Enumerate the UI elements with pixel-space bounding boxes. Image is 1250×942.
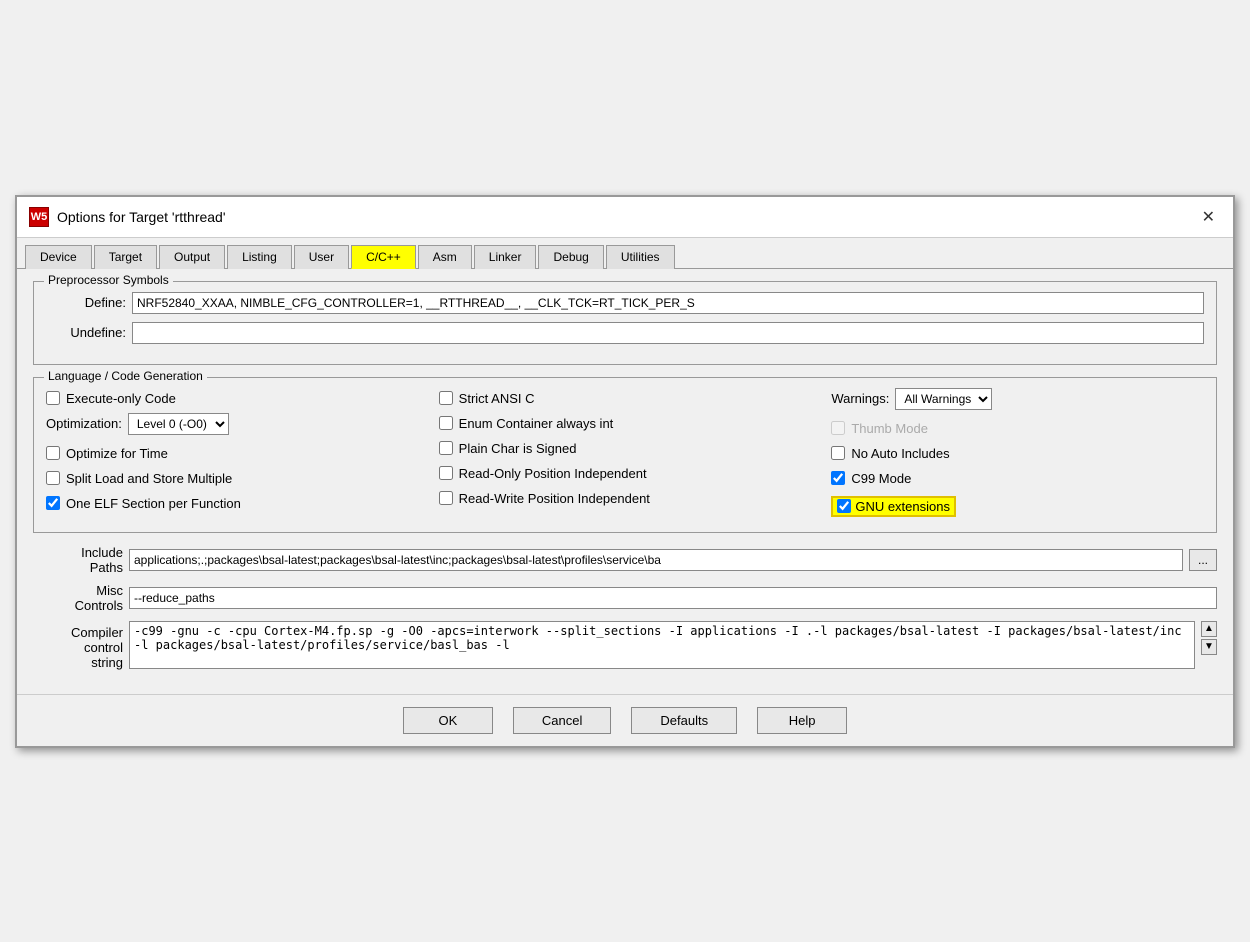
strict-ansi-row: Strict ANSI C	[439, 388, 812, 409]
thumb-mode-checkbox	[831, 421, 845, 435]
misc-controls-label: MiscControls	[33, 583, 123, 613]
gnu-extensions-checkbox[interactable]	[837, 499, 851, 513]
tab-device[interactable]: Device	[25, 245, 92, 269]
no-auto-includes-checkbox[interactable]	[831, 446, 845, 460]
define-row: Define:	[46, 292, 1204, 314]
c99-mode-checkbox[interactable]	[831, 471, 845, 485]
title-bar-left: W5 Options for Target 'rtthread'	[29, 207, 226, 227]
include-paths-label: IncludePaths	[33, 545, 123, 575]
plain-char-label: Plain Char is Signed	[459, 441, 577, 456]
split-load-store-label: Split Load and Store Multiple	[66, 471, 232, 486]
read-only-pos-ind-checkbox[interactable]	[439, 466, 453, 480]
dialog-title: Options for Target 'rtthread'	[57, 209, 226, 225]
tab-output[interactable]: Output	[159, 245, 225, 269]
misc-controls-row: MiscControls	[33, 583, 1217, 613]
include-paths-input[interactable]	[129, 549, 1183, 571]
compiler-control-label: Compilercontrolstring	[33, 621, 123, 670]
include-paths-browse-button[interactable]: ...	[1189, 549, 1217, 571]
c99-mode-label: C99 Mode	[851, 471, 911, 486]
warnings-row: Warnings: All Warnings	[831, 388, 1204, 410]
title-bar: W5 Options for Target 'rtthread' ✕	[17, 197, 1233, 238]
one-elf-section-row: One ELF Section per Function	[46, 493, 419, 514]
compiler-control-textarea[interactable]: -c99 -gnu -c -cpu Cortex-M4.fp.sp -g -O0…	[129, 621, 1195, 669]
misc-controls-input[interactable]	[129, 587, 1217, 609]
app-icon: W5	[29, 207, 49, 227]
include-paths-row: IncludePaths ...	[33, 545, 1217, 575]
read-write-pos-ind-label: Read-Write Position Independent	[459, 491, 650, 506]
optimize-time-row: Optimize for Time	[46, 443, 419, 464]
language-section: Language / Code Generation Execute-only …	[33, 377, 1217, 533]
execute-only-code-row: Execute-only Code	[46, 388, 419, 409]
enum-container-checkbox[interactable]	[439, 416, 453, 430]
strict-ansi-checkbox[interactable]	[439, 391, 453, 405]
gnu-extensions-highlight: GNU extensions	[831, 496, 956, 517]
options-dialog: W5 Options for Target 'rtthread' ✕ Devic…	[15, 195, 1235, 748]
optimize-time-label: Optimize for Time	[66, 446, 168, 461]
warnings-select[interactable]: All Warnings	[895, 388, 992, 410]
split-load-store-checkbox[interactable]	[46, 471, 60, 485]
define-input[interactable]	[132, 292, 1204, 314]
language-grid: Execute-only Code Optimization: Level 0 …	[46, 388, 1204, 520]
thumb-mode-row: Thumb Mode	[831, 418, 1204, 439]
optimization-select[interactable]: Level 0 (-O0)	[128, 413, 229, 435]
warnings-label: Warnings:	[831, 391, 889, 406]
tab-linker[interactable]: Linker	[474, 245, 537, 269]
one-elf-section-checkbox[interactable]	[46, 496, 60, 510]
scroll-up-button[interactable]: ▲	[1201, 621, 1217, 637]
compiler-control-area: -c99 -gnu -c -cpu Cortex-M4.fp.sp -g -O0…	[129, 621, 1217, 669]
compiler-control-row: Compilercontrolstring -c99 -gnu -c -cpu …	[33, 621, 1217, 670]
cancel-button[interactable]: Cancel	[513, 707, 611, 734]
content-area: Preprocessor Symbols Define: Undefine: L…	[17, 269, 1233, 694]
lang-col1: Execute-only Code Optimization: Level 0 …	[46, 388, 419, 520]
gnu-extensions-row: GNU extensions	[831, 493, 1204, 520]
tab-debug[interactable]: Debug	[538, 245, 603, 269]
read-only-pos-ind-row: Read-Only Position Independent	[439, 463, 812, 484]
ok-button[interactable]: OK	[403, 707, 493, 734]
read-write-pos-ind-checkbox[interactable]	[439, 491, 453, 505]
tab-user[interactable]: User	[294, 245, 349, 269]
undefine-label: Undefine:	[46, 325, 126, 340]
tab-listing[interactable]: Listing	[227, 245, 292, 269]
tab-asm[interactable]: Asm	[418, 245, 472, 269]
strict-ansi-label: Strict ANSI C	[459, 391, 535, 406]
compiler-scrollbar: ▲ ▼	[1201, 621, 1217, 655]
scroll-down-button[interactable]: ▼	[1201, 639, 1217, 655]
enum-container-row: Enum Container always int	[439, 413, 812, 434]
plain-char-checkbox[interactable]	[439, 441, 453, 455]
enum-container-label: Enum Container always int	[459, 416, 614, 431]
preprocessor-section: Preprocessor Symbols Define: Undefine:	[33, 281, 1217, 365]
undefine-input[interactable]	[132, 322, 1204, 344]
lang-col3: Warnings: All Warnings Thumb Mode No Aut…	[831, 388, 1204, 520]
thumb-mode-label: Thumb Mode	[851, 421, 928, 436]
execute-only-code-label: Execute-only Code	[66, 391, 176, 406]
preprocessor-legend: Preprocessor Symbols	[44, 273, 173, 287]
lang-col2: Strict ANSI C Enum Container always int …	[439, 388, 812, 520]
footer: OK Cancel Defaults Help	[17, 694, 1233, 746]
tab-ccpp[interactable]: C/C++	[351, 245, 416, 269]
execute-only-code-checkbox[interactable]	[46, 391, 60, 405]
help-button[interactable]: Help	[757, 707, 847, 734]
define-label: Define:	[46, 295, 126, 310]
language-legend: Language / Code Generation	[44, 369, 207, 383]
c99-mode-row: C99 Mode	[831, 468, 1204, 489]
no-auto-includes-label: No Auto Includes	[851, 446, 949, 461]
optimization-row: Optimization: Level 0 (-O0)	[46, 413, 419, 435]
one-elf-section-label: One ELF Section per Function	[66, 496, 241, 511]
defaults-button[interactable]: Defaults	[631, 707, 737, 734]
plain-char-row: Plain Char is Signed	[439, 438, 812, 459]
optimization-label: Optimization:	[46, 416, 122, 431]
read-only-pos-ind-label: Read-Only Position Independent	[459, 466, 647, 481]
optimize-time-checkbox[interactable]	[46, 446, 60, 460]
tab-utilities[interactable]: Utilities	[606, 245, 675, 269]
read-write-pos-ind-row: Read-Write Position Independent	[439, 488, 812, 509]
no-auto-includes-row: No Auto Includes	[831, 443, 1204, 464]
close-button[interactable]: ✕	[1196, 205, 1221, 229]
tab-bar: Device Target Output Listing User C/C++ …	[17, 238, 1233, 269]
tab-target[interactable]: Target	[94, 245, 157, 269]
split-load-store-row: Split Load and Store Multiple	[46, 468, 419, 489]
gnu-extensions-label: GNU extensions	[855, 499, 950, 514]
undefine-row: Undefine:	[46, 322, 1204, 344]
